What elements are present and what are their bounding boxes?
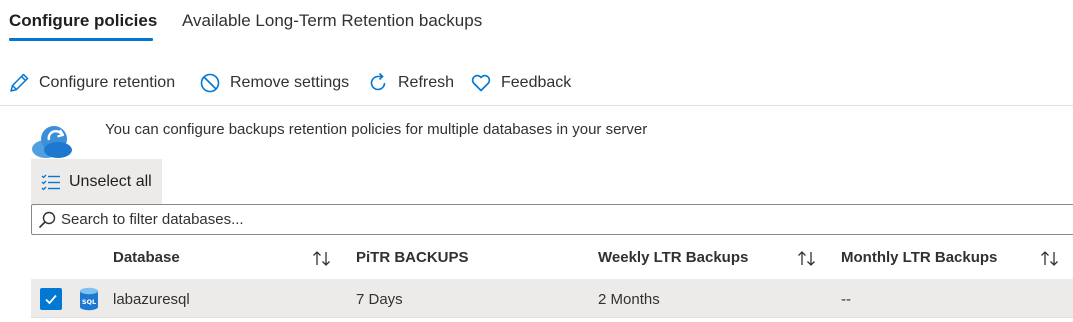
heart-icon [470, 72, 492, 94]
refresh-icon [367, 72, 389, 94]
pencil-icon [8, 72, 30, 94]
tab-configure-policies[interactable]: Configure policies [9, 11, 157, 31]
cell-monthly-ltr: -- [841, 291, 851, 308]
checkmark-icon [45, 294, 57, 305]
search-box [31, 204, 1073, 235]
remove-settings-label: Remove settings [230, 74, 350, 91]
unselect-all-label: Unselect all [69, 172, 152, 190]
command-bar: Configure retention Remove settings Refr… [0, 62, 1073, 104]
configure-retention-label: Configure retention [39, 74, 176, 91]
toolbar-divider [0, 105, 1073, 106]
sort-arrows-icon[interactable] [1039, 249, 1061, 269]
feedback-label: Feedback [501, 74, 572, 91]
unselect-all-button[interactable]: Unselect all [31, 159, 162, 204]
cell-pitr: 7 Days [356, 291, 403, 308]
active-tab-indicator [9, 38, 153, 41]
tab-available-ltr-backups[interactable]: Available Long-Term Retention backups [182, 11, 482, 31]
row-checkbox[interactable] [40, 288, 62, 310]
search-icon [36, 209, 58, 231]
remove-settings-button[interactable]: Remove settings [199, 68, 349, 98]
cloud-backup-icon [30, 121, 76, 161]
refresh-label: Refresh [398, 74, 455, 91]
cell-weekly-ltr: 2 Months [598, 291, 660, 308]
sort-arrows-icon[interactable] [311, 249, 333, 269]
feedback-button[interactable]: Feedback [470, 68, 571, 98]
column-header-monthly-ltr[interactable]: Monthly LTR Backups [841, 249, 997, 266]
search-input[interactable] [61, 206, 961, 233]
sort-arrows-icon[interactable] [796, 249, 818, 269]
column-header-pitr-backups[interactable]: PiTR BACKUPS [356, 249, 469, 266]
refresh-button[interactable]: Refresh [367, 68, 454, 98]
column-header-weekly-ltr[interactable]: Weekly LTR Backups [598, 249, 748, 266]
svg-text:SQL: SQL [82, 298, 96, 306]
checklist-icon [40, 171, 62, 193]
cell-database[interactable]: labazuresql [113, 291, 190, 308]
info-message: You can configure backups retention poli… [105, 121, 648, 138]
column-header-database[interactable]: Database [113, 249, 180, 266]
configure-retention-button[interactable]: Configure retention [8, 68, 175, 98]
prohibited-icon [199, 72, 221, 94]
sql-database-icon: SQL [78, 287, 100, 311]
tab-bar: Configure policies Available Long-Term R… [0, 0, 1073, 44]
